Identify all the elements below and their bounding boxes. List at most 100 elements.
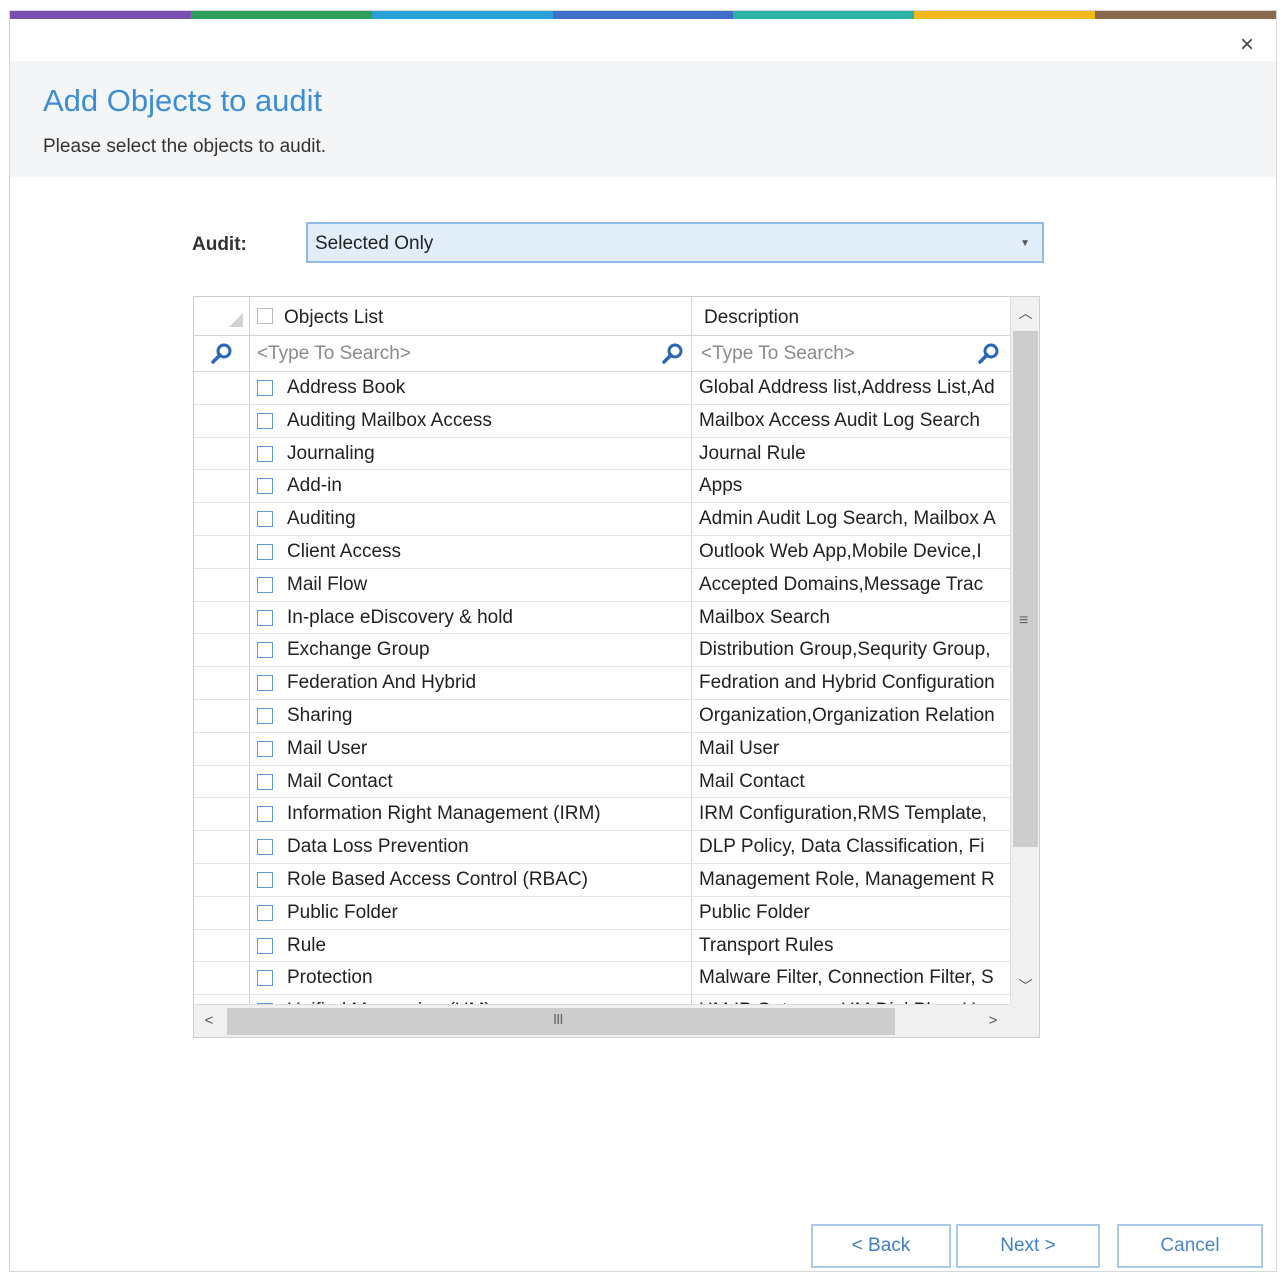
object-cell[interactable]: Add-in bbox=[250, 470, 692, 503]
object-cell[interactable]: Auditing Mailbox Access bbox=[250, 404, 692, 437]
object-cell[interactable]: Role Based Access Control (RBAC) bbox=[250, 863, 692, 896]
scroll-up-icon[interactable]: ︿ bbox=[1011, 297, 1039, 329]
search-icon[interactable] bbox=[978, 343, 1000, 365]
description-cell[interactable]: Public Folder bbox=[692, 897, 1010, 929]
object-cell[interactable]: In-place eDiscovery & hold bbox=[250, 601, 692, 634]
object-checkbox[interactable] bbox=[257, 937, 273, 954]
table-row[interactable]: Unified Messaging (UM)UM IP Gateway, UM … bbox=[194, 995, 1010, 1004]
object-checkbox[interactable] bbox=[257, 675, 273, 692]
object-cell[interactable]: Public Folder bbox=[250, 896, 692, 929]
description-cell[interactable]: Fedration and Hybrid Configuration bbox=[692, 667, 1010, 699]
description-cell[interactable]: Distribution Group,Sequrity Group, bbox=[692, 634, 1010, 666]
object-checkbox[interactable] bbox=[257, 970, 273, 987]
description-cell[interactable]: Accepted Domains,Message Trac bbox=[692, 569, 1010, 601]
back-button[interactable]: < Back bbox=[811, 1224, 951, 1268]
cancel-button[interactable]: Cancel bbox=[1117, 1224, 1263, 1268]
object-cell[interactable]: Sharing bbox=[250, 699, 692, 732]
audit-dropdown[interactable]: Selected Only ▼ bbox=[306, 222, 1044, 263]
object-cell[interactable]: Mail Contact bbox=[250, 765, 692, 798]
description-cell[interactable]: Organization,Organization Relation bbox=[692, 700, 1010, 732]
objects-search-input[interactable]: <Type To Search> bbox=[257, 343, 411, 365]
description-cell[interactable]: Management Role, Management R bbox=[692, 864, 1010, 896]
object-checkbox[interactable] bbox=[257, 380, 273, 396]
row-header[interactable] bbox=[194, 404, 250, 437]
table-row[interactable]: Add-in Apps bbox=[194, 470, 1010, 504]
close-button[interactable]: × bbox=[1240, 33, 1254, 57]
table-row[interactable]: Rule Transport Rules bbox=[194, 929, 1010, 963]
column-header-description[interactable]: Description bbox=[692, 297, 1010, 336]
table-row[interactable]: Federation And Hybrid Fedration and Hybri… bbox=[194, 667, 1010, 700]
object-checkbox[interactable] bbox=[257, 806, 273, 823]
row-header[interactable] bbox=[194, 372, 250, 404]
object-cell[interactable]: Client Access bbox=[250, 535, 692, 568]
vertical-scrollbar[interactable]: ︿ ≡ ﹀ bbox=[1010, 297, 1039, 1004]
description-cell[interactable]: Mail Contact bbox=[692, 766, 1010, 798]
description-cell[interactable]: DLP Policy, Data Classification, Fi bbox=[692, 831, 1010, 863]
description-cell[interactable]: Mailbox Access Audit Log Search bbox=[692, 405, 1010, 437]
description-cell[interactable]: Transport Rules bbox=[692, 930, 1010, 962]
object-checkbox[interactable] bbox=[257, 478, 273, 495]
row-header[interactable] bbox=[194, 863, 250, 896]
description-cell[interactable]: Global Address list,Address List,Ad bbox=[692, 372, 1010, 404]
table-row[interactable]: Journaling Journal Rule bbox=[194, 437, 1010, 471]
row-header[interactable] bbox=[194, 634, 250, 667]
horizontal-scrollbar[interactable]: < III > bbox=[194, 1004, 1010, 1037]
description-cell[interactable]: Apps bbox=[692, 470, 1010, 502]
object-checkbox[interactable] bbox=[257, 871, 273, 888]
description-cell[interactable]: Journal Rule bbox=[692, 438, 1010, 470]
next-button[interactable]: Next > bbox=[956, 1224, 1100, 1268]
row-header[interactable] bbox=[194, 732, 250, 765]
table-row[interactable]: Role Based Access Control (RBAC) Manageme… bbox=[194, 863, 1010, 897]
row-header[interactable] bbox=[194, 765, 250, 798]
object-cell[interactable]: Journaling bbox=[250, 437, 692, 470]
row-header[interactable] bbox=[194, 470, 250, 503]
description-cell[interactable]: UM IP Gateway, UM Dial Plan, U bbox=[692, 995, 1010, 1004]
row-header[interactable] bbox=[194, 601, 250, 634]
object-cell[interactable]: Mail User bbox=[250, 732, 692, 765]
object-cell[interactable]: Auditing bbox=[250, 503, 692, 535]
table-row[interactable]: Exchange Group Distribution Group,Sequrit… bbox=[194, 634, 1010, 668]
row-header[interactable] bbox=[194, 962, 250, 995]
object-checkbox[interactable] bbox=[257, 642, 273, 659]
object-checkbox[interactable] bbox=[257, 412, 273, 429]
row-header[interactable] bbox=[194, 929, 250, 962]
table-row[interactable]: Client Access Outlook Web App,Mobile Devi… bbox=[194, 535, 1010, 569]
object-cell[interactable]: Exchange Group bbox=[250, 634, 692, 667]
table-row[interactable]: Protection Malware Filter, Connection Fil… bbox=[194, 962, 1010, 996]
object-checkbox[interactable] bbox=[257, 445, 273, 462]
object-checkbox[interactable] bbox=[257, 740, 273, 757]
description-cell[interactable]: Mailbox Search bbox=[692, 602, 1010, 634]
object-checkbox[interactable] bbox=[257, 904, 273, 921]
row-header[interactable] bbox=[194, 896, 250, 929]
object-checkbox[interactable] bbox=[257, 511, 273, 528]
description-cell[interactable]: Mail User bbox=[692, 733, 1010, 765]
row-header[interactable] bbox=[194, 535, 250, 568]
table-row[interactable]: In-place eDiscovery & hold Mailbox Search bbox=[194, 601, 1010, 635]
select-all-checkbox[interactable] bbox=[257, 308, 273, 324]
object-checkbox[interactable] bbox=[257, 543, 273, 560]
table-row[interactable]: Auditing Admin Audit Log Search, Mailbox … bbox=[194, 503, 1010, 536]
scroll-left-icon[interactable]: < bbox=[194, 1005, 224, 1037]
chevron-down-icon[interactable]: ▼ bbox=[1020, 238, 1030, 249]
object-checkbox[interactable] bbox=[257, 839, 273, 856]
table-row[interactable]: Data Loss Prevention DLP Policy, Data Cla… bbox=[194, 831, 1010, 864]
description-search-input[interactable]: <Type To Search> bbox=[701, 343, 855, 365]
object-cell[interactable]: Mail Flow bbox=[250, 568, 692, 601]
object-checkbox[interactable] bbox=[257, 609, 273, 626]
row-header[interactable] bbox=[194, 798, 250, 831]
row-header[interactable] bbox=[194, 667, 250, 699]
description-cell[interactable]: IRM Configuration,RMS Template, bbox=[692, 798, 1010, 830]
table-row[interactable]: Public Folder Public Folder bbox=[194, 896, 1010, 930]
description-cell[interactable]: Malware Filter, Connection Filter, S bbox=[692, 962, 1010, 994]
description-search-cell[interactable]: <Type To Search> bbox=[692, 336, 1010, 372]
object-cell[interactable]: Information Right Management (IRM) bbox=[250, 798, 692, 831]
table-row[interactable]: Sharing Organization,Organization Relatio… bbox=[194, 699, 1010, 733]
scroll-down-icon[interactable]: ﹀ bbox=[1011, 970, 1039, 1002]
horizontal-scroll-thumb[interactable]: III bbox=[227, 1008, 895, 1035]
search-icon[interactable] bbox=[662, 343, 684, 365]
object-cell[interactable]: Address Book bbox=[250, 372, 692, 404]
table-row[interactable]: Mail User Mail User bbox=[194, 732, 1010, 766]
object-checkbox[interactable] bbox=[257, 576, 273, 593]
table-row[interactable]: Mail Flow Accepted Domains,Message Trac bbox=[194, 568, 1010, 602]
row-header[interactable] bbox=[194, 437, 250, 470]
